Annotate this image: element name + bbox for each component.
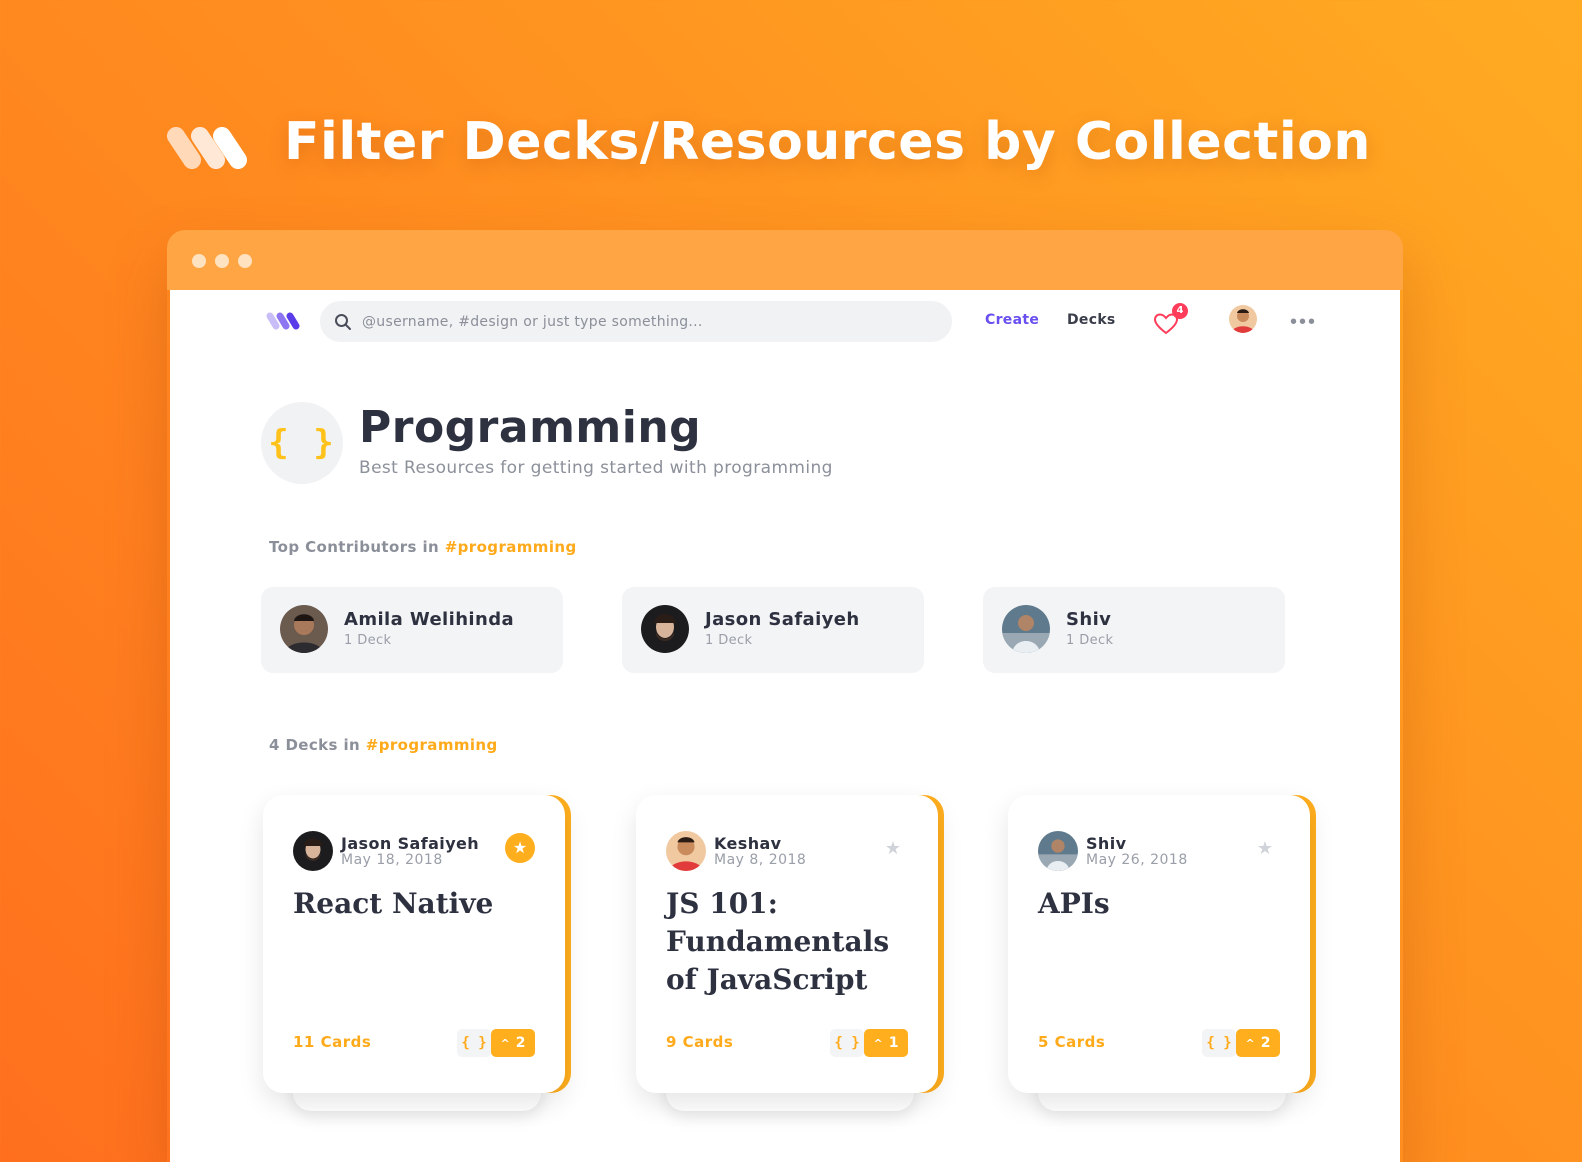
deck-title[interactable]: JS 101: Fundamentals of JavaScript: [666, 885, 916, 999]
star-icon[interactable]: ★: [505, 833, 535, 863]
contributor-card[interactable]: Jason Safaiyeh 1 Deck: [622, 587, 924, 673]
deck-date: May 18, 2018: [341, 852, 443, 868]
decks-heading-text: 4 Decks in: [269, 736, 366, 754]
deck-title[interactable]: React Native: [293, 885, 543, 923]
deck-card-wrapper: Shiv May 26, 2018 ★ APIs 5 Cards { } ^ 2: [1008, 795, 1316, 1115]
upvote-button[interactable]: ^ 2: [491, 1029, 535, 1057]
vote-count: 2: [1260, 1035, 1271, 1051]
deck-date: May 8, 2018: [714, 852, 807, 868]
more-dots-icon[interactable]: •••: [1290, 312, 1317, 332]
deck-author[interactable]: Shiv: [1086, 834, 1126, 853]
window-dot-minimize[interactable]: [215, 254, 229, 268]
contributor-name: Amila Welihinda: [344, 609, 515, 630]
deck-card-wrapper: Keshav May 8, 2018 ★ JS 101: Fundamental…: [636, 795, 944, 1115]
contributor-deck-count: 1 Deck: [705, 633, 753, 648]
deck-card-count: 5 Cards: [1038, 1033, 1106, 1051]
window-dot-maximize[interactable]: [238, 254, 252, 268]
page-subtitle: Best Resources for getting started with …: [359, 458, 833, 478]
contributor-card[interactable]: Amila Welihinda 1 Deck: [261, 587, 563, 673]
upvote-button[interactable]: ^ 2: [1236, 1029, 1280, 1057]
notification-badge: 4: [1172, 303, 1188, 319]
avatar: [1038, 831, 1078, 871]
deck-card-count: 9 Cards: [666, 1033, 734, 1051]
create-link[interactable]: Create: [985, 312, 1039, 328]
chevron-up-icon: ^: [873, 1036, 883, 1050]
collection-tag-icon[interactable]: { }: [830, 1029, 864, 1057]
contributor-deck-count: 1 Deck: [1066, 633, 1114, 648]
brand-logo-icon: [167, 127, 247, 169]
contributors-heading: Top Contributors in #programming: [269, 538, 577, 556]
avatar: [293, 831, 333, 871]
collection-tag-icon[interactable]: { }: [1202, 1029, 1236, 1057]
avatar: [641, 605, 689, 653]
star-icon[interactable]: ★: [1250, 833, 1280, 863]
window-title-bar: [167, 230, 1403, 290]
hashtag-link[interactable]: #programming: [366, 736, 498, 754]
chevron-up-icon: ^: [1245, 1036, 1255, 1050]
page-content: Create Decks 4 ••• { } Programming Best …: [170, 290, 1400, 1162]
contributor-deck-count: 1 Deck: [344, 633, 392, 648]
decks-heading: 4 Decks in #programming: [269, 736, 498, 754]
deck-card[interactable]: Jason Safaiyeh May 18, 2018 ★ React Nati…: [263, 795, 565, 1093]
deck-author[interactable]: Keshav: [714, 834, 782, 853]
deck-card-wrapper: Jason Safaiyeh May 18, 2018 ★ React Nati…: [263, 795, 571, 1115]
avatar: [666, 831, 706, 871]
vote-count: 2: [515, 1035, 526, 1051]
deck-date: May 26, 2018: [1086, 852, 1188, 868]
star-icon[interactable]: ★: [878, 833, 908, 863]
contributor-name: Shiv: [1066, 609, 1112, 630]
vote-count: 1: [888, 1035, 899, 1051]
avatar: [1002, 605, 1050, 653]
search-bar[interactable]: [320, 301, 952, 342]
page-title: Programming: [359, 402, 702, 453]
chevron-up-icon: ^: [500, 1036, 510, 1050]
browser-window: Create Decks 4 ••• { } Programming Best …: [167, 230, 1403, 1162]
upvote-button[interactable]: ^ 1: [864, 1029, 908, 1057]
deck-card[interactable]: Shiv May 26, 2018 ★ APIs 5 Cards { } ^ 2: [1008, 795, 1310, 1093]
window-dot-close[interactable]: [192, 254, 206, 268]
decks-link[interactable]: Decks: [1067, 312, 1116, 328]
search-input[interactable]: [362, 313, 922, 330]
deck-title[interactable]: APIs: [1038, 885, 1288, 923]
deck-card[interactable]: Keshav May 8, 2018 ★ JS 101: Fundamental…: [636, 795, 938, 1093]
favorites-button[interactable]: 4: [1154, 303, 1194, 337]
collection-tag-icon[interactable]: { }: [457, 1029, 491, 1057]
brand-logo-icon[interactable]: [266, 312, 302, 330]
collection-icon: { }: [261, 402, 343, 484]
deck-card-count: 11 Cards: [293, 1033, 372, 1051]
hashtag-link[interactable]: #programming: [445, 538, 577, 556]
deck-author[interactable]: Jason Safaiyeh: [341, 834, 479, 853]
contributor-name: Jason Safaiyeh: [705, 609, 860, 630]
search-icon: [335, 313, 351, 330]
contributors-heading-text: Top Contributors in: [269, 538, 445, 556]
avatar: [280, 605, 328, 653]
hero-title: Filter Decks/Resources by Collection: [284, 112, 1371, 172]
user-avatar[interactable]: [1229, 305, 1257, 333]
contributor-card[interactable]: Shiv 1 Deck: [983, 587, 1285, 673]
